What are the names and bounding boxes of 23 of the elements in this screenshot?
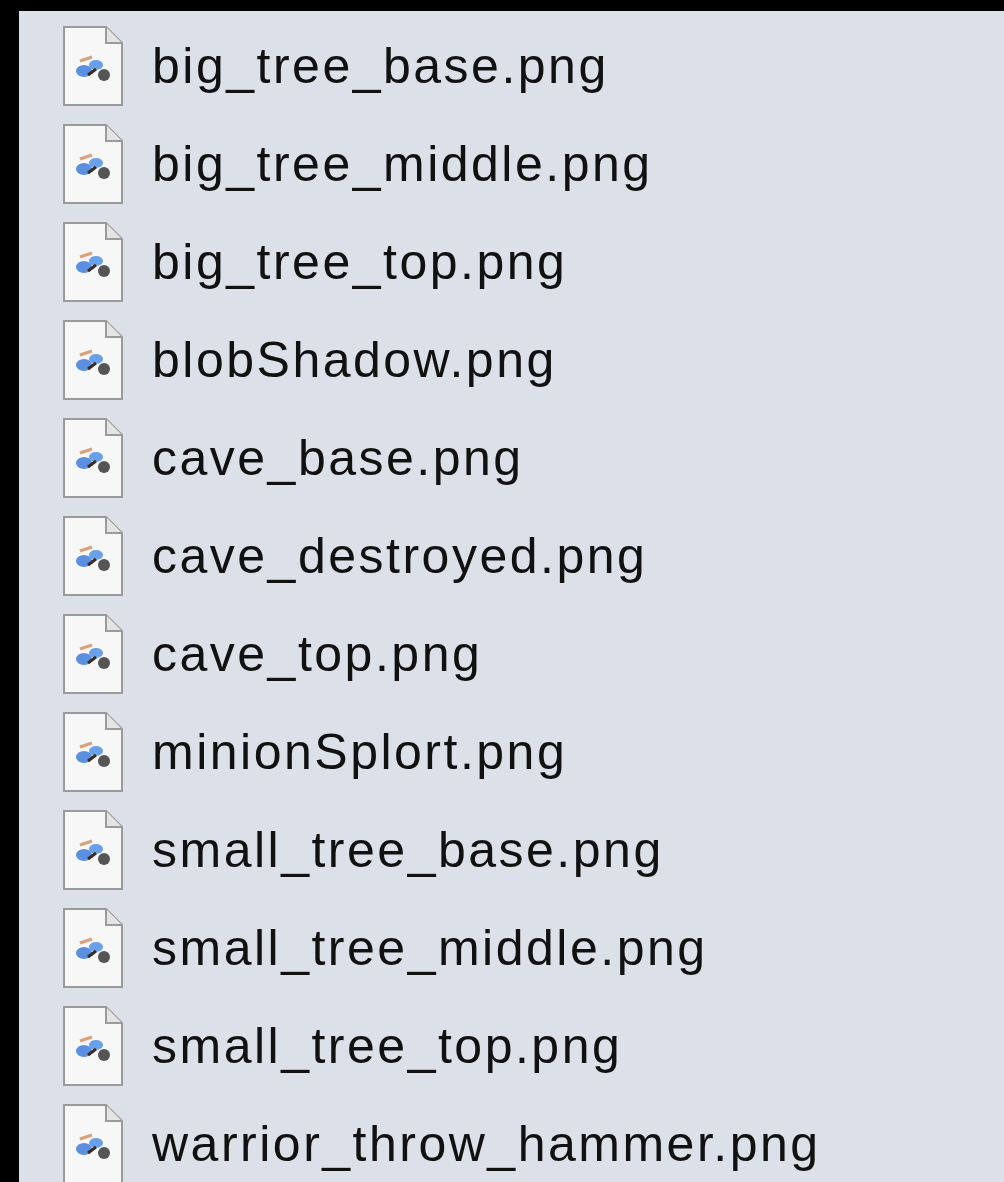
file-name[interactable]: cave_base.png (152, 433, 524, 483)
file-name[interactable]: big_tree_top.png (152, 237, 568, 287)
file-name[interactable]: big_tree_base.png (152, 41, 609, 91)
image-file-icon (62, 613, 124, 695)
image-file-icon (62, 1005, 124, 1087)
image-file-icon (62, 319, 124, 401)
file-name[interactable]: small_tree_base.png (152, 825, 664, 875)
image-file-icon (62, 123, 124, 205)
file-name[interactable]: small_tree_top.png (152, 1021, 623, 1071)
file-name[interactable]: cave_top.png (152, 629, 483, 679)
image-file-icon (62, 907, 124, 989)
file-name[interactable]: minionSplort.png (152, 727, 568, 777)
image-file-icon (62, 417, 124, 499)
image-file-icon (62, 809, 124, 891)
image-file-icon (62, 221, 124, 303)
file-name[interactable]: warrior_throw_hammer.png (152, 1119, 821, 1169)
image-file-icon (62, 25, 124, 107)
file-name[interactable]: blobShadow.png (152, 335, 557, 385)
file-name[interactable]: cave_destroyed.png (152, 531, 648, 581)
file-name[interactable]: big_tree_middle.png (152, 139, 653, 189)
image-file-icon (62, 515, 124, 597)
image-file-icon (62, 711, 124, 793)
file-name[interactable]: small_tree_middle.png (152, 923, 708, 973)
